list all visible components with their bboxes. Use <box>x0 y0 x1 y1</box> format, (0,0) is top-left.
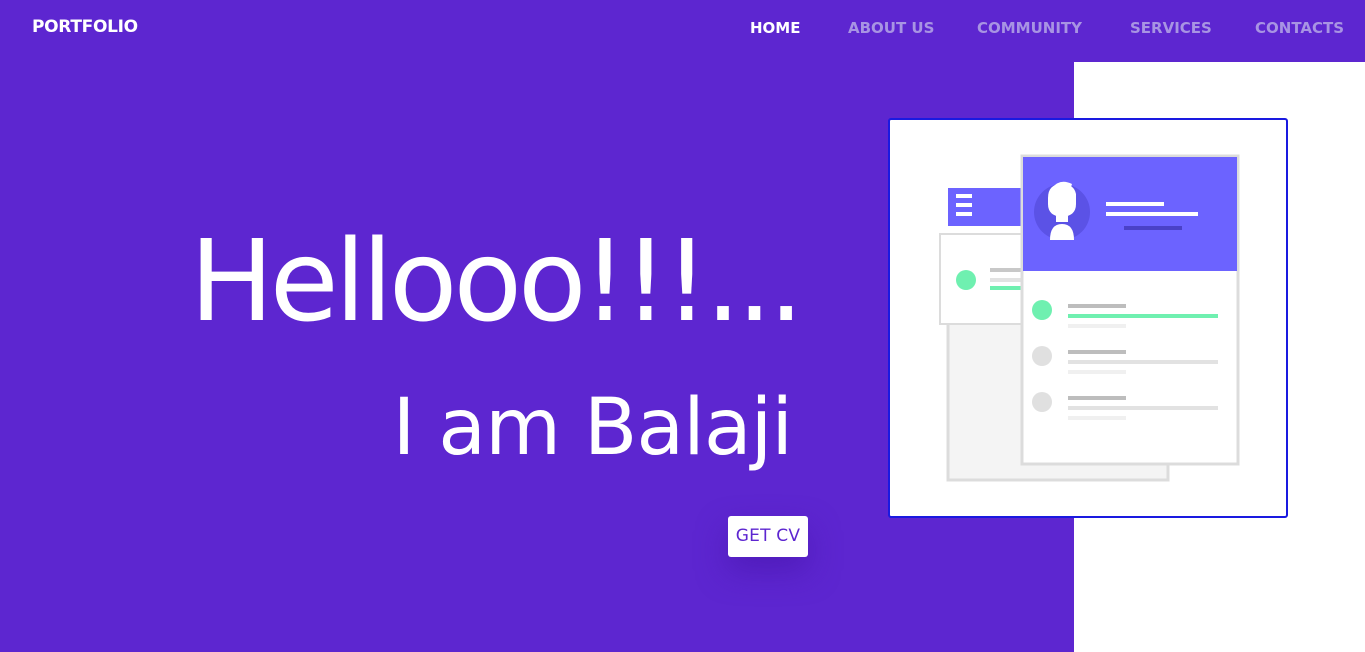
nav-link-about-us[interactable]: ABOUT US <box>848 18 934 38</box>
site-logo[interactable]: PORTFOLIO <box>32 16 138 38</box>
nav-link-contacts[interactable]: CONTACTS <box>1255 18 1344 38</box>
portfolio-page: PORTFOLIO HOME ABOUT US COMMUNITY SERVIC… <box>0 0 1365 652</box>
hero-greeting: Hellooo!!!... <box>189 217 804 347</box>
hero-intro: I am Balaji <box>392 383 793 473</box>
navbar: PORTFOLIO HOME ABOUT US COMMUNITY SERVIC… <box>0 0 1365 62</box>
nav-link-community[interactable]: COMMUNITY <box>977 18 1082 38</box>
profile-illustration-card <box>888 118 1288 518</box>
profile-resume-illustration-icon <box>939 154 1240 482</box>
get-cv-button[interactable]: GET CV <box>728 516 808 557</box>
nav-link-services[interactable]: SERVICES <box>1130 18 1212 38</box>
nav-link-home[interactable]: HOME <box>750 18 800 38</box>
